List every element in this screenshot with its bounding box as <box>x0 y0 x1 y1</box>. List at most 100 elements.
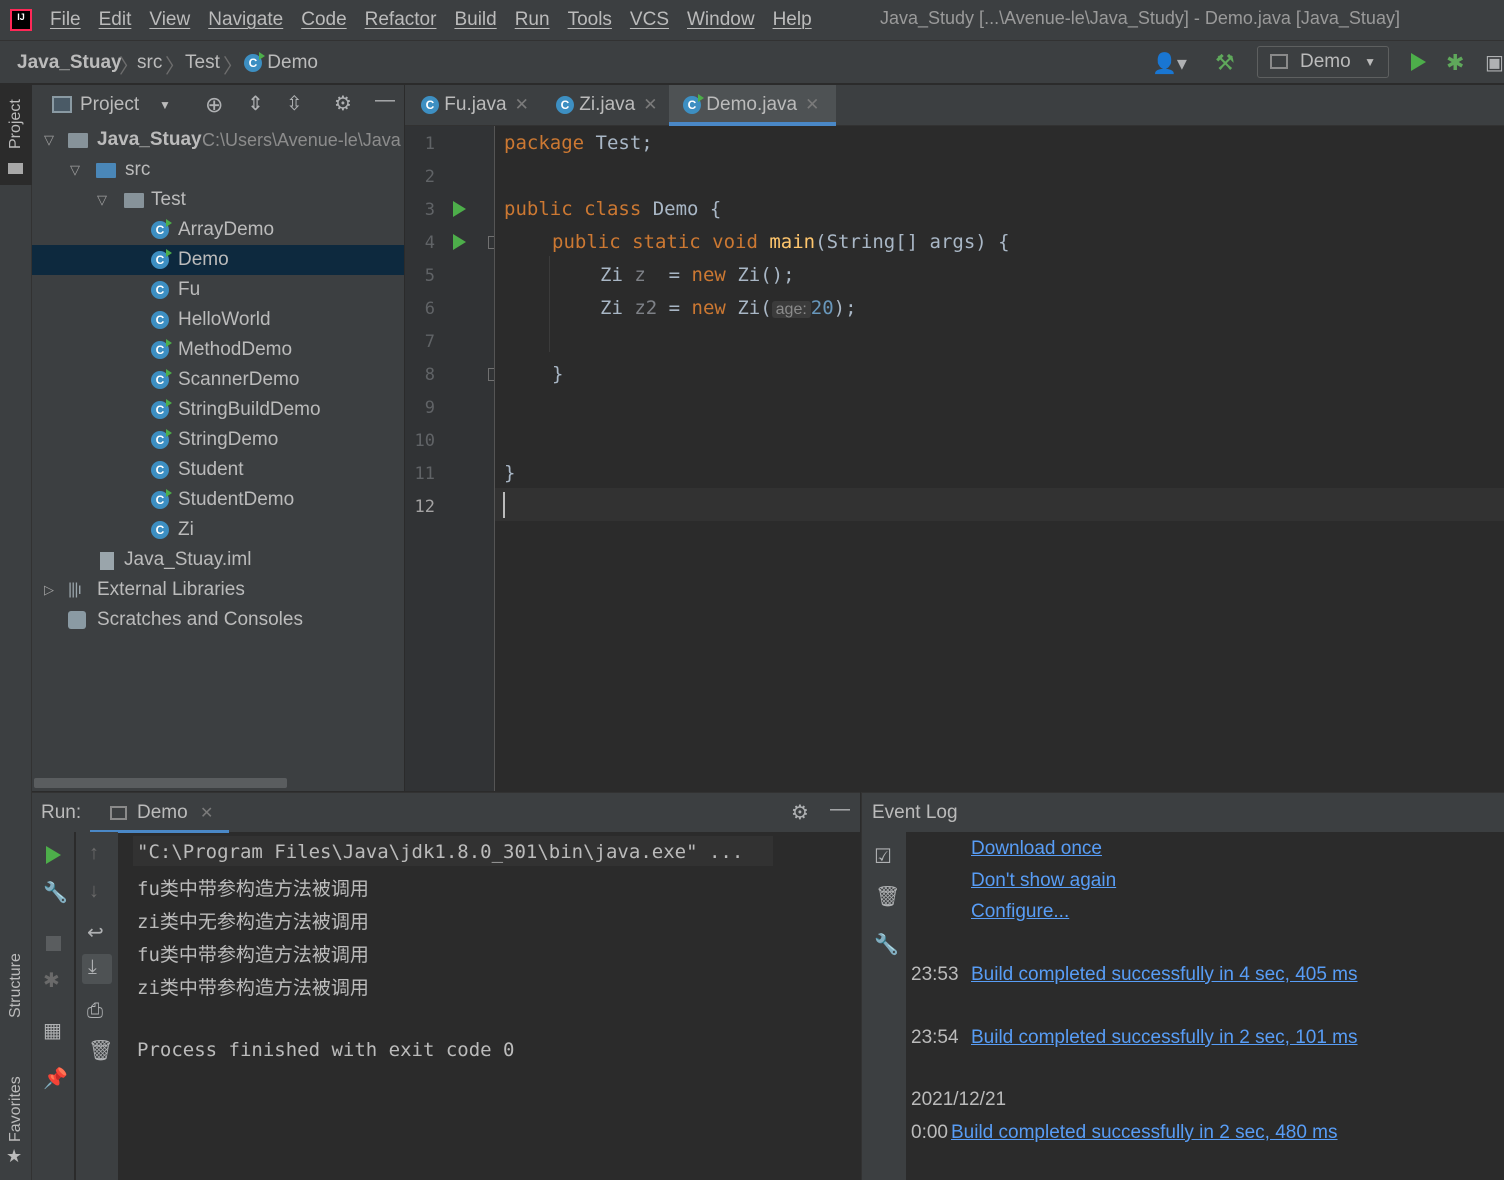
code-editor[interactable]: package Test; public class Demo { public… <box>494 126 1504 791</box>
chevron-down-icon[interactable]: ▼ <box>159 98 171 112</box>
trash-icon[interactable]: 🗑 <box>88 1038 113 1063</box>
menu-run[interactable]: Run <box>515 9 550 31</box>
chevron-down-icon[interactable]: ▽ <box>44 125 54 155</box>
arrow-up-icon[interactable]: ↑ <box>89 842 99 865</box>
tree-item-class[interactable]: C StringDemo <box>32 425 404 455</box>
class-label: StringBuildDemo <box>178 399 321 420</box>
menu-navigate[interactable]: Navigate <box>208 9 283 31</box>
project-panel: Project ▼ ⊕ ⇕ ⇳ ⚙ — ▽ Java_Stuay C:\User… <box>32 85 404 791</box>
run-configuration-select[interactable]: Demo ▼ <box>1257 46 1389 78</box>
debug-icon[interactable]: ✱ <box>1446 50 1464 76</box>
minimize-icon[interactable]: — <box>375 89 395 112</box>
tree-item-class[interactable]: C ScannerDemo <box>32 365 404 395</box>
expand-all-icon[interactable]: ⇕ <box>247 91 264 116</box>
layout-icon[interactable]: ▦ <box>43 1018 62 1043</box>
gear-icon[interactable]: ⚙ <box>791 800 809 825</box>
tree-item-class[interactable]: C HelloWorld <box>32 305 404 335</box>
tree-item-class[interactable]: C Zi <box>32 515 404 545</box>
tree-item-class[interactable]: C Fu <box>32 275 404 305</box>
scroll-to-end-icon: ⤓ <box>88 956 97 978</box>
breadcrumb-project[interactable]: Java_Stuay <box>17 52 122 74</box>
wrench-icon[interactable]: 🔧 <box>43 880 68 905</box>
breadcrumb-package[interactable]: Test <box>185 52 220 74</box>
tab-demo-java[interactable]: C Demo.java ✕ <box>669 85 836 126</box>
breadcrumb-src[interactable]: src <box>137 52 162 74</box>
tree-item-class[interactable]: C ArrayDemo <box>32 215 404 245</box>
close-icon[interactable]: ✕ <box>200 803 213 823</box>
menu-help[interactable]: Help <box>773 9 812 31</box>
gear-icon[interactable]: ⚙ <box>334 91 352 116</box>
event-log-title: Event Log <box>872 802 958 823</box>
print-icon[interactable]: ⎙ <box>87 1000 103 1023</box>
class-icon: C <box>151 461 169 479</box>
variable: z <box>634 264 646 286</box>
tree-item-src[interactable]: ▽ src <box>32 155 404 185</box>
rerun-icon[interactable] <box>46 846 61 864</box>
minimize-icon[interactable]: — <box>830 798 850 821</box>
application-icon <box>1270 54 1288 69</box>
locate-icon[interactable]: ⊕ <box>205 92 223 118</box>
tab-fu-java[interactable]: C Fu.java ✕ <box>417 85 542 126</box>
tree-item-class-selected[interactable]: C Demo <box>32 245 404 275</box>
menu-vcs[interactable]: VCS <box>630 9 669 31</box>
breadcrumb-file[interactable]: C Demo <box>244 51 318 74</box>
editor-tabs: C Fu.java ✕ C Zi.java ✕ C Demo.java ✕ <box>405 85 1504 126</box>
tree-item-class[interactable]: C StudentDemo <box>32 485 404 515</box>
run-icon[interactable] <box>1411 53 1426 71</box>
pin-icon[interactable]: 📌 <box>43 1066 68 1091</box>
menu-window[interactable]: Window <box>687 9 755 31</box>
structure-tool-button[interactable]: Structure <box>0 940 32 1050</box>
menu-view[interactable]: View <box>149 9 190 31</box>
mark-all-read-icon[interactable]: ☑ <box>874 844 892 869</box>
tree-item-class[interactable]: C StringBuildDemo <box>32 395 404 425</box>
dont-show-again-link[interactable]: Don't show again <box>971 870 1116 892</box>
menu-file[interactable]: File <box>50 9 81 31</box>
run-tab-demo[interactable]: Demo ✕ <box>90 793 229 833</box>
menu-refactor[interactable]: Refactor <box>365 9 437 31</box>
wrench-icon[interactable]: 🔧 <box>874 932 899 957</box>
tree-item-project-root[interactable]: ▽ Java_Stuay C:\Users\Avenue-le\Java <box>32 125 404 155</box>
tree-item-external-libraries[interactable]: ▷ |||ı External Libraries <box>32 575 404 605</box>
class-icon: C <box>151 249 172 269</box>
tree-item-package[interactable]: ▽ Test <box>32 185 404 215</box>
menu-tools[interactable]: Tools <box>568 9 612 31</box>
chevron-right-icon[interactable]: ▷ <box>44 575 54 605</box>
project-tool-button[interactable]: Project <box>0 85 32 185</box>
class-icon: C <box>151 489 172 509</box>
build-event-link[interactable]: Build completed successfully in 2 sec, 4… <box>951 1122 1338 1144</box>
class-label: Zi <box>178 519 194 540</box>
soft-wrap-icon[interactable]: ↩ <box>87 920 104 945</box>
coverage-icon[interactable]: ▣ <box>1485 50 1504 75</box>
build-event-link[interactable]: Build completed successfully in 4 sec, 4… <box>971 964 1358 986</box>
configure-link[interactable]: Configure... <box>971 901 1069 923</box>
favorites-tool-button[interactable]: Favorites ★ <box>0 1070 32 1170</box>
collapse-all-icon[interactable]: ⇳ <box>286 91 303 116</box>
menu-bar: IJ File Edit View Navigate Code Refactor… <box>0 0 1504 40</box>
class-label: ScannerDemo <box>178 369 300 390</box>
run-gutter-icon[interactable] <box>453 234 466 250</box>
arrow-down-icon[interactable]: ↓ <box>89 880 99 903</box>
user-icon[interactable]: 👤▾ <box>1152 51 1187 76</box>
close-icon[interactable]: ✕ <box>643 95 657 114</box>
horizontal-scrollbar[interactable] <box>34 778 287 788</box>
download-once-link[interactable]: Download once <box>971 838 1102 860</box>
scroll-to-end-button[interactable] <box>82 954 112 984</box>
trash-icon[interactable]: 🗑 <box>875 884 900 909</box>
tree-item-class[interactable]: C Student <box>32 455 404 485</box>
menu-edit[interactable]: Edit <box>99 9 132 31</box>
tree-item-class[interactable]: C MethodDemo <box>32 335 404 365</box>
build-hammer-icon[interactable]: ⚒ <box>1215 50 1235 76</box>
close-icon[interactable]: ✕ <box>805 95 819 114</box>
run-gutter-icon[interactable] <box>453 201 466 217</box>
tab-zi-java[interactable]: C Zi.java ✕ <box>552 85 667 126</box>
close-icon[interactable]: ✕ <box>515 95 529 114</box>
menu-build[interactable]: Build <box>454 9 496 31</box>
stop-icon[interactable] <box>46 936 61 951</box>
chevron-down-icon[interactable]: ▽ <box>97 185 107 215</box>
project-view-select[interactable]: Project <box>80 94 139 116</box>
chevron-down-icon[interactable]: ▽ <box>70 155 80 185</box>
tree-item-scratches[interactable]: Scratches and Consoles <box>32 605 404 635</box>
menu-code[interactable]: Code <box>301 9 346 31</box>
build-event-link[interactable]: Build completed successfully in 2 sec, 1… <box>971 1027 1358 1049</box>
tree-item-iml[interactable]: Java_Stuay.iml <box>32 545 404 575</box>
